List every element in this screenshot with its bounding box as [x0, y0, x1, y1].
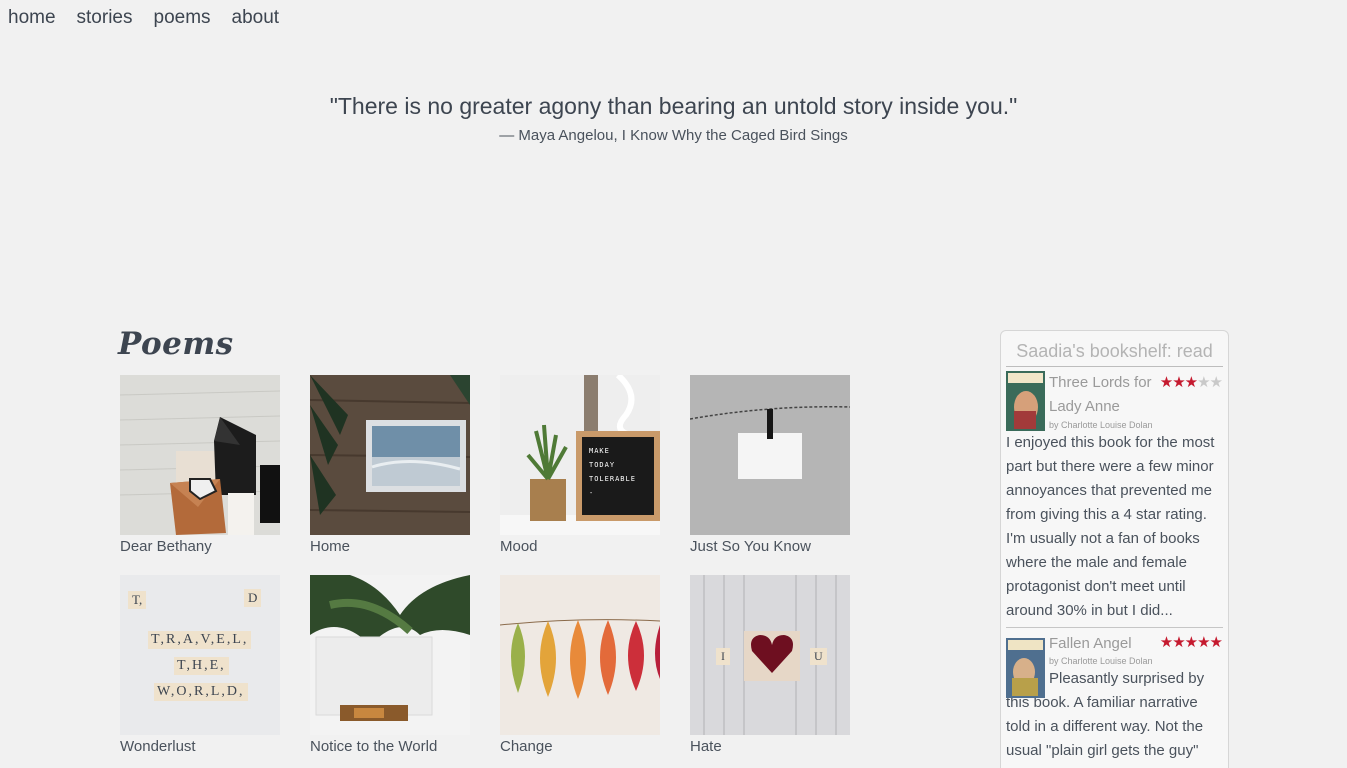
- quote-text: "There is no greater agony than bearing …: [329, 93, 1018, 119]
- board-line-2: TODAY: [589, 461, 616, 469]
- poem-image-letter-board[interactable]: MAKE TODAY TOLERABLE -: [500, 375, 660, 535]
- book-rating: ★★★★★: [1159, 374, 1223, 391]
- bookshelf-title[interactable]: Saadia's bookshelf: read: [1001, 331, 1228, 362]
- book-author[interactable]: by Charlotte Louise Dolan: [1049, 655, 1223, 667]
- poem-tile-notice-to-the-world[interactable]: Notice to the World: [310, 575, 470, 756]
- poem-tile-dear-bethany[interactable]: Dear Bethany: [120, 375, 280, 556]
- poem-image-scrabble-travel[interactable]: T, D T,R,A,V,E,L, T,H,E, W,O,R,L,D,: [120, 575, 280, 735]
- poem-caption[interactable]: Hate: [690, 738, 850, 756]
- tile-t: T,: [128, 591, 147, 609]
- quote-citation: — Maya Angelou, I Know Why the Caged Bir…: [499, 127, 848, 144]
- nav-stories[interactable]: stories: [77, 6, 133, 30]
- book-cover[interactable]: [1006, 638, 1045, 698]
- poem-caption[interactable]: Wonderlust: [120, 738, 280, 756]
- poem-caption[interactable]: Notice to the World: [310, 738, 470, 756]
- book-entry: ★★★★★ Fallen Angel by Charlotte Louise D…: [1001, 633, 1228, 763]
- board-line-1: MAKE: [589, 447, 610, 455]
- divider: [1006, 627, 1223, 628]
- board-line-3: TOLERABLE: [589, 475, 636, 483]
- book-title[interactable]: Three Lords for Lady Anne: [1049, 371, 1159, 419]
- nav-poems[interactable]: poems: [154, 6, 211, 30]
- tile-i: I: [716, 648, 730, 665]
- poem-image-blank-card-plant[interactable]: [310, 575, 470, 735]
- poems-heading: Poems: [118, 326, 234, 362]
- book-rating: ★★★★★: [1159, 634, 1223, 651]
- poem-caption[interactable]: Mood: [500, 538, 660, 556]
- book-entry: ★★★★★ Three Lords for Lady Anne by Charl…: [1001, 367, 1228, 628]
- nav-home[interactable]: home: [8, 6, 56, 30]
- tile-d: D: [244, 589, 262, 607]
- book-review: I enjoyed this book for the most part bu…: [1006, 434, 1215, 619]
- tile-world: W,O,R,L,D,: [154, 683, 248, 701]
- header-quote: "There is no greater agony than bearing …: [0, 90, 1347, 146]
- poem-tile-hate[interactable]: I U Hate: [690, 575, 850, 756]
- tile-u: U: [810, 648, 827, 665]
- poem-image-framed-sea[interactable]: [310, 375, 470, 535]
- book-author[interactable]: by Charlotte Louise Dolan: [1049, 419, 1223, 431]
- top-nav: home stories poems about: [8, 6, 300, 30]
- tile-travel: T,R,A,V,E,L,: [148, 631, 252, 649]
- poem-tile-change[interactable]: Change: [500, 575, 660, 756]
- book-cover[interactable]: [1006, 371, 1045, 431]
- poem-image-envelopes[interactable]: [120, 375, 280, 535]
- poem-caption[interactable]: Just So You Know: [690, 538, 850, 556]
- poem-caption[interactable]: Dear Bethany: [120, 538, 280, 556]
- tile-the: T,H,E,: [174, 657, 229, 675]
- poem-caption[interactable]: Home: [310, 538, 470, 556]
- poem-caption[interactable]: Change: [500, 738, 660, 756]
- poem-tile-just-so-you-know[interactable]: Just So You Know: [690, 375, 850, 556]
- nav-about[interactable]: about: [232, 6, 280, 30]
- poem-tile-mood[interactable]: MAKE TODAY TOLERABLE - Mood: [500, 375, 660, 556]
- poem-tile-home[interactable]: Home: [310, 375, 470, 556]
- poem-image-heart-tiles[interactable]: I U: [690, 575, 850, 735]
- poem-image-autumn-leaves[interactable]: [500, 575, 660, 735]
- poem-tile-wonderlust[interactable]: T, D T,R,A,V,E,L, T,H,E, W,O,R,L,D, Wond…: [120, 575, 280, 756]
- book-title[interactable]: Fallen Angel: [1049, 633, 1159, 655]
- board-line-4: -: [589, 489, 595, 497]
- bookshelf-widget: Saadia's bookshelf: read ★★★★★ Three Lor…: [1000, 330, 1229, 768]
- poem-image-pinned-card[interactable]: [690, 375, 850, 535]
